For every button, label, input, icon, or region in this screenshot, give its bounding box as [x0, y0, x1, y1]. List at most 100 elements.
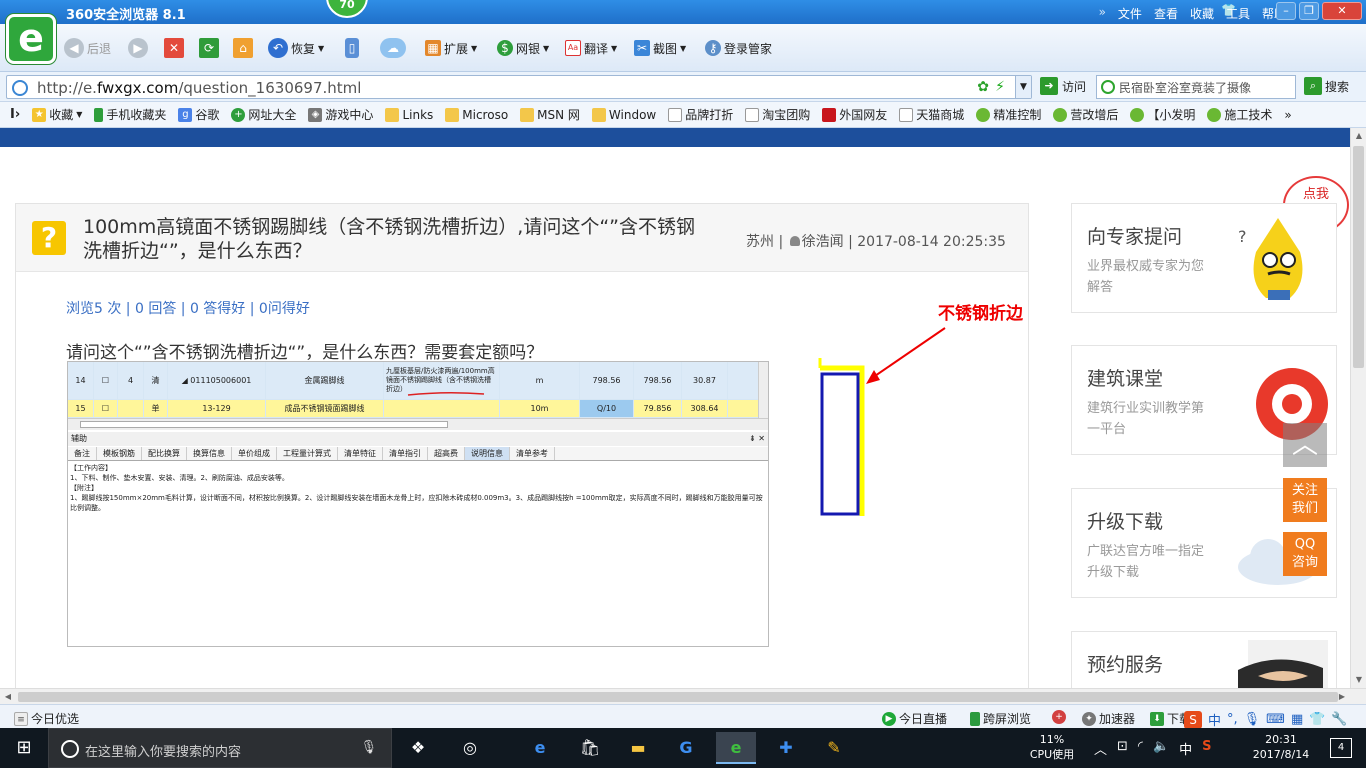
menu-favorites[interactable]: 收藏 [1190, 5, 1214, 22]
extend-button[interactable]: ▦ 扩展 ▼ [425, 36, 477, 60]
shirt-icon[interactable]: 👕 [1309, 712, 1325, 727]
notification-center-button[interactable]: 4 [1330, 738, 1352, 758]
fav-item[interactable]: MSN 网 [520, 106, 580, 123]
wifi-icon[interactable]: ◜ [1138, 739, 1143, 758]
scroll-up-icon[interactable]: ▲ [1351, 128, 1366, 144]
plus-app-icon[interactable]: ✚ [766, 732, 806, 764]
fav-item[interactable]: 施工技术 [1207, 106, 1272, 123]
forward-button[interactable]: ▶ [128, 36, 148, 60]
fav-item[interactable]: + 网址大全 [231, 106, 296, 123]
plugin-button[interactable]: + [1052, 710, 1066, 724]
sogou-tray-icon[interactable]: S [1202, 739, 1211, 758]
fav-item[interactable]: 精准控制 [976, 106, 1041, 123]
menu-view[interactable]: 查看 [1154, 5, 1178, 22]
fav-item[interactable]: Window [591, 107, 656, 122]
cpu-meter[interactable]: 11% CPU使用 [1022, 732, 1082, 762]
store-icon[interactable]: 🛍 [570, 732, 610, 764]
fav-item[interactable]: g 谷歌 [178, 106, 219, 123]
search-button[interactable]: ⌕ 搜索 [1304, 77, 1349, 95]
loading-icon[interactable]: ✿ [977, 79, 989, 95]
scroll-down-icon[interactable]: ▼ [1351, 672, 1366, 688]
search-input[interactable] [1119, 78, 1293, 96]
aux-panel-controls[interactable]: ⇟ ✕ [749, 432, 765, 446]
sidebar-toggle-icon[interactable]: I› [10, 107, 20, 122]
task-view-icon[interactable]: ❖ [398, 732, 438, 764]
score-badge[interactable]: 70 [326, 0, 368, 18]
back-button[interactable]: ◀ 后退 [64, 36, 111, 60]
tab-item[interactable]: 超高费 [428, 447, 465, 460]
stop-button[interactable]: ✕ [164, 36, 184, 60]
ime-indicator[interactable]: 中 [1179, 739, 1192, 758]
fav-item[interactable]: ◈ 游戏中心 [308, 106, 373, 123]
restore-tabs-button[interactable]: ↶ 恢复 ▼ [268, 36, 324, 60]
table-scrollbar[interactable] [758, 362, 768, 418]
scroll-left-icon[interactable]: ◀ [0, 689, 16, 705]
browser-logo[interactable]: e [6, 14, 56, 64]
address-dropdown-icon[interactable]: ▼ [1015, 76, 1031, 98]
tab-item[interactable]: 换算信息 [187, 447, 232, 460]
fav-item[interactable]: Microso [445, 107, 508, 122]
fav-item[interactable]: 外国网友 [822, 106, 887, 123]
menu-tools[interactable]: 工具 [1226, 5, 1250, 22]
appointment-card[interactable]: 预约服务 [1071, 631, 1337, 688]
accelerator-button[interactable]: ✦ 加速器 [1082, 710, 1135, 727]
grid-icon[interactable]: ▦ [1291, 712, 1303, 727]
tab-item-active[interactable]: 说明信息 [465, 447, 510, 460]
cross-screen-button[interactable]: 跨屏浏览 [970, 710, 1031, 727]
scroll-right-icon[interactable]: ▶ [1334, 689, 1350, 705]
fav-item[interactable]: 营改增后 [1053, 106, 1118, 123]
360-browser-icon[interactable]: e [716, 732, 756, 764]
fav-item[interactable]: 品牌打折 [668, 106, 733, 123]
today-live-button[interactable]: ▶ 今日直播 [882, 710, 947, 727]
file-explorer-icon[interactable]: ▬ [618, 732, 658, 764]
fav-item[interactable]: 【小发明 [1130, 106, 1195, 123]
fav-item[interactable]: 天猫商城 [899, 106, 964, 123]
minimize-button[interactable]: – [1276, 2, 1296, 20]
address-bar[interactable]: http://e.fwxgx.com/question_1630697.html… [6, 75, 1032, 99]
tab-item[interactable]: 模板钢筋 [97, 447, 142, 460]
tab-item[interactable]: 清单参考 [510, 447, 555, 460]
bolt-icon[interactable]: ⚡ [995, 79, 1005, 95]
app-icon-swirl[interactable]: ◎ [450, 732, 490, 764]
mic-icon[interactable]: 🎙 [360, 740, 377, 755]
g-app-icon[interactable]: G [666, 732, 706, 764]
question-author[interactable]: 徐浩闻 [802, 234, 844, 250]
translate-button[interactable]: Aa 翻译 ▼ [565, 36, 617, 60]
network-icon[interactable]: ⊡ [1117, 739, 1128, 758]
netbank-button[interactable]: $ 网银 ▼ [497, 36, 549, 60]
follow-us-button[interactable]: 关注 我们 [1283, 478, 1327, 522]
mic-icon[interactable]: 🎙 [1244, 712, 1261, 727]
fav-item[interactable]: 手机收藏夹 [94, 106, 166, 123]
cloud-button[interactable]: ☁ [380, 36, 406, 60]
favorites-more-icon[interactable]: » [1284, 108, 1291, 122]
refresh-button[interactable]: ⟳ [199, 36, 219, 60]
menu-chevron-icon[interactable]: » [1099, 5, 1106, 22]
wrench-icon[interactable]: 🔧 [1331, 712, 1347, 727]
chevron-up-icon[interactable]: ︿ [1094, 739, 1107, 758]
clock[interactable]: 20:31 2017/8/14 [1246, 732, 1316, 762]
menu-file[interactable]: 文件 [1118, 5, 1142, 22]
edge-icon[interactable]: e [520, 732, 560, 764]
sogou-icon[interactable]: S [1184, 710, 1202, 729]
taskbar-search[interactable]: 在这里输入你要搜索的内容 🎙 [48, 728, 392, 768]
qq-consult-button[interactable]: QQ 咨询 [1283, 532, 1327, 576]
scrollbar-thumb[interactable] [18, 692, 1338, 702]
page-horizontal-scrollbar[interactable]: ◀ ▶ [0, 688, 1366, 704]
notes-app-icon[interactable]: ✎ [814, 732, 854, 764]
tab-item[interactable]: 备注 [68, 447, 97, 460]
tab-item[interactable]: 单价组成 [232, 447, 277, 460]
screenshot-button[interactable]: ✂ 截图 ▼ [634, 36, 686, 60]
url-text[interactable]: http://e.fwxgx.com/question_1630697.html [37, 79, 361, 97]
home-button[interactable]: ⌂ [233, 36, 253, 60]
ask-expert-card[interactable]: 向专家提问 业界最权威专家为您解答 ? [1071, 203, 1337, 313]
back-to-top-button[interactable]: ︿ [1283, 423, 1327, 467]
fav-item[interactable]: Links [385, 107, 433, 122]
search-engine-icon[interactable] [1101, 80, 1115, 94]
start-button[interactable]: ⊞ [0, 728, 48, 768]
scrollbar-thumb[interactable] [1353, 146, 1364, 368]
tab-item[interactable]: 清单指引 [383, 447, 428, 460]
today-picks-button[interactable]: ≡ 今日优选 [14, 710, 79, 727]
punctuation-icon[interactable]: °, [1227, 712, 1238, 727]
phone-button[interactable]: ▯ [345, 36, 359, 60]
fav-item[interactable]: ★ 收藏 ▼ [32, 106, 82, 123]
